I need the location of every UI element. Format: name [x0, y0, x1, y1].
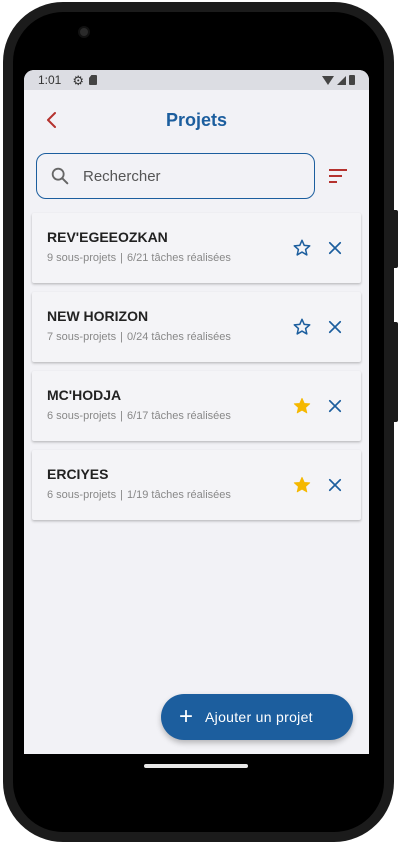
project-name: ERCIYES: [47, 466, 109, 482]
project-subprojects: 6 sous-projets: [47, 489, 117, 501]
star-filled-icon[interactable]: [292, 475, 312, 495]
project-card[interactable]: MC'HODJA 6 sous-projets | 6/17 tâches réal…: [32, 371, 361, 441]
star-outline-icon[interactable]: [292, 317, 312, 337]
sd-card-icon: [89, 75, 98, 85]
add-project-button[interactable]: + Ajouter un projet: [161, 694, 353, 740]
battery-icon: [349, 75, 355, 85]
page-title: Projets: [165, 109, 228, 130]
project-list: REV'EGEEOZKAN 9 sous-projets | 6/21 tâches…: [24, 213, 369, 520]
wifi-icon: [322, 75, 334, 85]
project-tasks: 0/24 tâches réalisées: [126, 331, 231, 343]
home-indicator[interactable]: [144, 764, 248, 768]
project-meta: 7 sous-projets | 0/24 tâches réalisées: [47, 331, 361, 343]
close-icon[interactable]: [326, 239, 344, 257]
search-box[interactable]: [36, 153, 315, 199]
project-name: MC'HODJA: [47, 387, 122, 403]
search-icon: [51, 167, 69, 185]
close-icon[interactable]: [326, 397, 344, 415]
project-subprojects: 7 sous-projets: [47, 331, 117, 343]
plus-icon: +: [179, 703, 194, 730]
search-row: [24, 153, 369, 199]
project-tasks: 1/19 tâches réalisées: [126, 489, 231, 501]
status-bar: 1:01 ⚙: [24, 70, 369, 90]
power-button: [392, 322, 398, 422]
star-filled-icon[interactable]: [292, 396, 312, 416]
meta-separator: |: [120, 410, 123, 422]
star-outline-icon[interactable]: [292, 238, 312, 258]
project-meta: 6 sous-projets | 6/17 tâches réalisées: [47, 410, 361, 422]
meta-separator: |: [120, 489, 123, 501]
project-tasks: 6/21 tâches réalisées: [126, 252, 231, 264]
project-card[interactable]: NEW HORIZON 7 sous-projets | 0/24 tâches r…: [32, 292, 361, 362]
app-screen: 1:01 ⚙ Projets Rechercher REV'EGEEOZKAN …: [24, 70, 369, 754]
add-project-label: Ajouter un projet: [205, 709, 313, 725]
close-icon[interactable]: [326, 476, 344, 494]
signal-icon: [337, 75, 346, 85]
project-meta: 9 sous-projets | 6/21 tâches réalisées: [47, 252, 361, 264]
close-icon[interactable]: [326, 318, 344, 336]
project-card[interactable]: ERCIYES 6 sous-projets | 1/19 tâches réali…: [32, 450, 361, 520]
front-camera: [78, 26, 90, 38]
project-subprojects: 9 sous-projets: [47, 252, 117, 264]
project-meta: 6 sous-projets | 1/19 tâches réalisées: [47, 489, 361, 501]
project-name: REV'EGEEOZKAN: [47, 229, 168, 245]
gear-icon: ⚙: [72, 72, 85, 88]
project-name: NEW HORIZON: [47, 308, 149, 324]
navigation-bar: [14, 754, 379, 784]
header: Projets: [24, 90, 369, 150]
project-subprojects: 6 sous-projets: [47, 410, 117, 422]
search-input[interactable]: [83, 167, 283, 185]
sort-filter-icon[interactable]: [327, 166, 349, 186]
status-time: 1:01: [38, 73, 62, 87]
project-card[interactable]: REV'EGEEOZKAN 9 sous-projets | 6/21 tâches…: [32, 213, 361, 283]
meta-separator: |: [120, 252, 123, 264]
volume-button: [392, 210, 398, 268]
chevron-left-icon[interactable]: [40, 108, 64, 132]
project-tasks: 6/17 tâches réalisées: [126, 410, 231, 422]
meta-separator: |: [120, 331, 123, 343]
